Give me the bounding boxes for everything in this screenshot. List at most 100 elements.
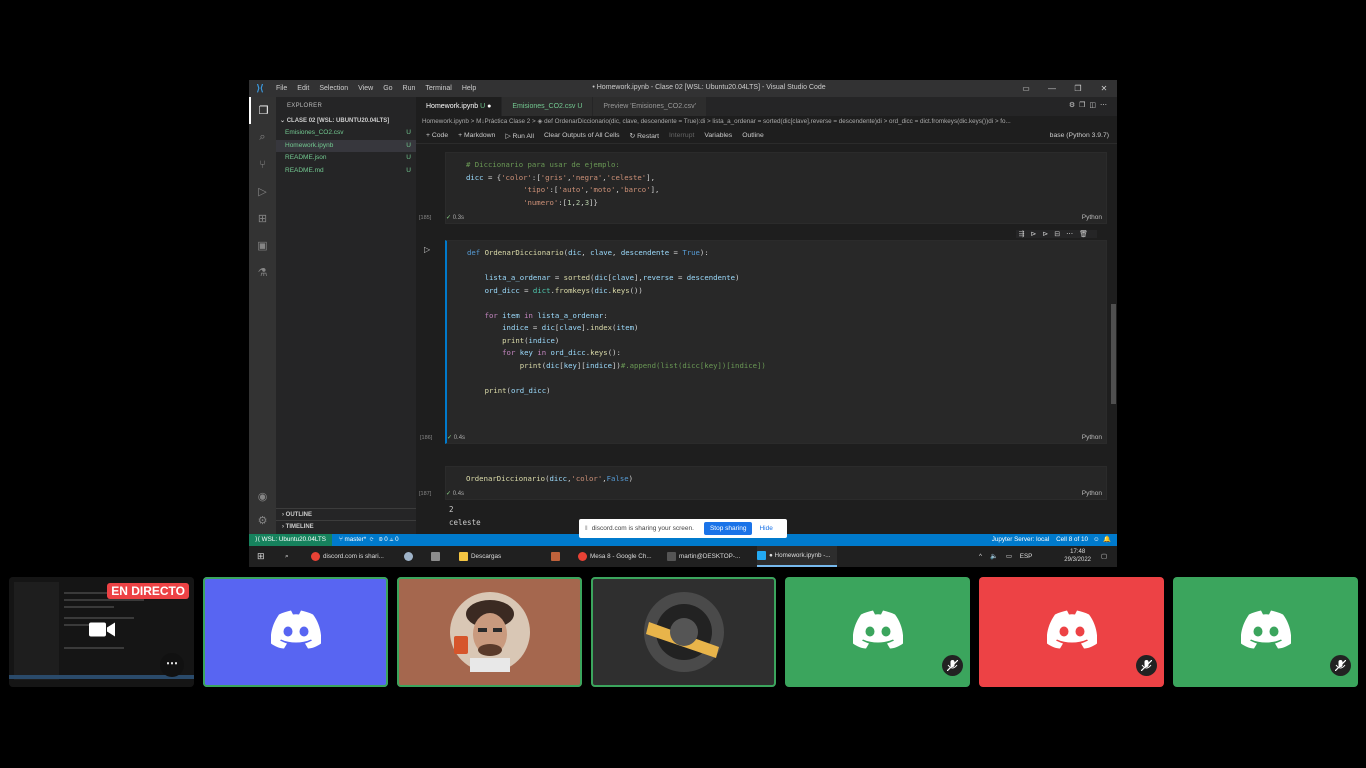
notifications-icon[interactable]: 🔔 — [1103, 536, 1111, 543]
cell-language[interactable]: Python — [1082, 434, 1102, 441]
stream-tile[interactable]: EN DIRECTO ⋯ — [9, 577, 194, 687]
cell-language[interactable]: Python — [1082, 490, 1102, 497]
tab-label: Preview 'Emisiones_CO2.csv' — [603, 103, 696, 110]
variables-button[interactable]: Variables — [704, 132, 732, 139]
participant-tile[interactable] — [591, 577, 776, 687]
taskbar-item-discord-chrome[interactable]: discord.com is shari... — [311, 546, 384, 567]
editor-scrollbar[interactable] — [1110, 144, 1117, 534]
account-icon[interactable]: ◉ — [249, 483, 276, 510]
workspace-folder[interactable]: ⌄ CLASE 02 [WSL: UBUNTU20.04LTS] — [276, 115, 416, 127]
kernel-picker[interactable]: base (Python 3.9.7) — [1050, 132, 1109, 139]
language-indicator[interactable]: ESP — [1020, 546, 1033, 567]
cell-language[interactable]: Python — [1082, 214, 1102, 221]
stop-sharing-button[interactable]: Stop sharing — [703, 522, 753, 535]
remote-explorer-icon[interactable]: ▣ — [249, 232, 276, 259]
menu-edit[interactable]: Edit — [292, 85, 314, 92]
outline-button[interactable]: Outline — [742, 132, 764, 139]
participant-tile[interactable] — [785, 577, 970, 687]
cell-code[interactable]: OrdenarDiccionario(dicc,'color',False) — [466, 473, 633, 486]
remote-indicator[interactable]: ⟩⟨ WSL: Ubuntu20.04LTS — [249, 534, 332, 546]
code-cell-3[interactable]: OrdenarDiccionario(dicc,'color',False) [… — [419, 466, 1107, 500]
execute-below-icon[interactable]: ⊳ — [1042, 231, 1054, 238]
explorer-icon[interactable]: ❐ — [249, 97, 276, 124]
scrollbar-thumb[interactable] — [1111, 304, 1116, 404]
run-cell-icon[interactable]: ▷ — [424, 245, 430, 254]
restore-icon[interactable]: ❐ — [1065, 80, 1091, 97]
cell-code[interactable]: def OrdenarDiccionario(dic, clave, desce… — [467, 247, 766, 397]
taskbar-item-terminal[interactable]: martin@DESKTOP-... — [667, 546, 740, 567]
clear-outputs-button[interactable]: Clear Outputs of All Cells — [544, 132, 620, 139]
tab-emisiones-csv[interactable]: Emisiones_CO2.csv U — [502, 97, 594, 116]
settings-gear-icon[interactable]: ⚙ — [249, 507, 276, 534]
hide-banner-button[interactable]: Hide — [759, 525, 772, 532]
menu-selection[interactable]: Selection — [314, 85, 353, 92]
interrupt-button[interactable]: Interrupt — [669, 132, 694, 139]
taskbar-item-app[interactable] — [551, 546, 560, 567]
file-item-readme-md[interactable]: README.md U — [276, 165, 416, 178]
taskbar-item-vscode[interactable]: ● Homework.ipynb -... — [757, 546, 837, 567]
breadcrumb[interactable]: Homework.ipynb > M↓Práctica Clase 2 > ◈ … — [416, 116, 1117, 128]
cell-indicator[interactable]: Cell 8 of 10 — [1056, 536, 1088, 543]
menu-run[interactable]: Run — [398, 85, 421, 92]
file-item-readme-json[interactable]: README.json U — [276, 152, 416, 165]
taskbar-item-explorer[interactable] — [431, 546, 440, 567]
battery-icon[interactable]: ▭ — [1006, 546, 1012, 567]
feedback-icon[interactable]: ☺ — [1093, 536, 1099, 543]
menu-view[interactable]: View — [353, 85, 378, 92]
participant-tile[interactable] — [1173, 577, 1358, 687]
taskbar-clock[interactable]: 17:48 29/3/2022 — [1064, 548, 1091, 564]
minimize-icon[interactable]: — — [1039, 80, 1065, 97]
run-by-line-icon[interactable]: ⇶ — [1019, 231, 1031, 238]
run-all-button[interactable]: ▷ Run All — [505, 132, 534, 140]
close-icon[interactable]: ✕ — [1091, 80, 1117, 97]
menu-terminal[interactable]: Terminal — [420, 85, 456, 92]
menu-help[interactable]: Help — [457, 85, 481, 92]
problems-indicator[interactable]: ⊗ 0 ⚠ 0 — [379, 536, 399, 543]
delete-cell-icon[interactable]: 🗑 — [1079, 231, 1094, 238]
code-cell-1[interactable]: # Diccionario para usar de ejemplo: dicc… — [419, 152, 1107, 224]
tab-label: Emisiones_CO2.csv — [512, 103, 576, 110]
split-cell-icon[interactable]: ⊟ — [1054, 231, 1066, 238]
source-control-icon[interactable]: ⑂ — [249, 151, 276, 178]
settings-icon[interactable]: ⚙ — [1069, 102, 1079, 109]
menu-file[interactable]: File — [271, 85, 292, 92]
participant-tile-camera[interactable] — [397, 577, 582, 687]
more-icon[interactable]: ⋯ — [1066, 231, 1079, 238]
taskbar-search[interactable]: ⌕ — [285, 546, 289, 567]
jupyter-server[interactable]: Jupyter Server: local — [992, 536, 1049, 543]
file-item-homework-ipynb[interactable]: Homework.ipynb U — [276, 139, 416, 152]
extensions-icon[interactable]: ⊞ — [249, 205, 276, 232]
taskbar-item-mesa-chrome[interactable]: Mesa 8 - Google Ch... — [578, 546, 652, 567]
participant-tile[interactable] — [979, 577, 1164, 687]
taskbar-item-descargas[interactable]: Descargas — [459, 546, 501, 567]
cell-code[interactable]: # Diccionario para usar de ejemplo: dicc… — [466, 159, 659, 209]
menu-go[interactable]: Go — [378, 85, 397, 92]
code-cell-2[interactable]: ▷ def OrdenarDiccionario(dic, clave, des… — [420, 240, 1107, 444]
split-editor-icon[interactable]: ◫ — [1089, 102, 1100, 109]
run-debug-icon[interactable]: ▷ — [249, 178, 276, 205]
start-button[interactable]: ⊞ — [257, 546, 265, 567]
layout-icon[interactable]: ▭ — [1013, 80, 1039, 97]
taskbar-item-steam[interactable] — [404, 546, 413, 567]
tray-chevron-icon[interactable]: ^ — [979, 546, 982, 567]
tab-homework-ipynb[interactable]: Homework.ipynb U ● — [416, 97, 503, 116]
copy-icon[interactable]: ❐ — [1079, 102, 1089, 109]
file-item-emisiones-csv[interactable]: Emisiones_CO2.csv U — [276, 127, 416, 140]
sync-icon[interactable]: ⟳ — [370, 536, 374, 543]
search-icon[interactable]: ⌕ — [249, 124, 276, 151]
more-options-icon[interactable]: ⋯ — [160, 653, 184, 677]
git-branch[interactable]: master* — [345, 536, 367, 543]
notification-center-icon[interactable]: ▢ — [1101, 546, 1107, 567]
timeline-section[interactable]: › TIMELINE — [276, 520, 416, 532]
volume-icon[interactable]: 🔈 — [990, 546, 998, 567]
outline-section[interactable]: › OUTLINE — [276, 508, 416, 520]
participant-tile[interactable] — [203, 577, 388, 687]
execute-above-icon[interactable]: ⊳ — [1030, 231, 1042, 238]
add-markdown-button[interactable]: + Markdown — [458, 132, 495, 139]
restart-button[interactable]: ↻ Restart — [630, 132, 660, 140]
add-code-button[interactable]: + Code — [426, 132, 448, 139]
more-actions-icon[interactable]: ⋯ — [1100, 102, 1111, 109]
testing-icon[interactable]: ⚗ — [249, 259, 276, 286]
unsaved-dot-icon[interactable]: ● — [487, 103, 491, 110]
tab-preview-csv[interactable]: Preview 'Emisiones_CO2.csv' — [593, 97, 707, 116]
